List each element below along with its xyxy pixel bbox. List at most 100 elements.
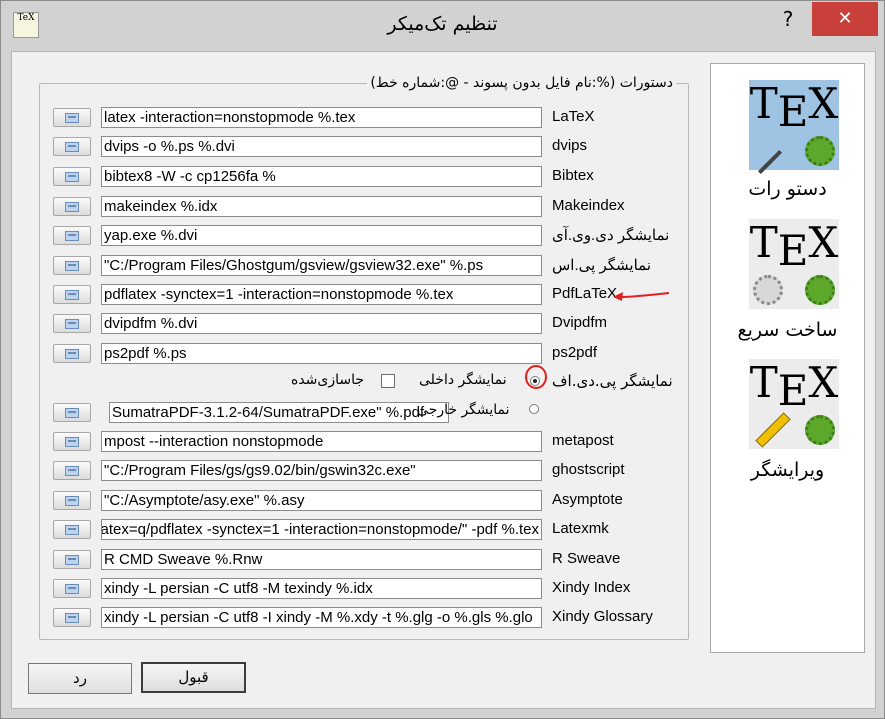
command-label: Latexmk — [552, 520, 609, 537]
printer-icon — [65, 349, 79, 359]
command-field[interactable]: "C:/Program Files/gs/gs9.02/bin/gswin32c… — [101, 460, 542, 481]
command-field[interactable]: xindy -L persian -C utf8 -M texindy %.id… — [101, 578, 542, 599]
window-title: تنظیم تک‌میکر — [387, 13, 498, 35]
dialog-window: TeX تنظیم تک‌میکر ? ✕ TEX دستو رات TEX س… — [0, 0, 885, 719]
embed-label[interactable]: جاسازی‌شده — [291, 372, 364, 388]
sidebar: TEX دستو رات TEX ساخت سریع TEX ویرایشگر — [710, 63, 865, 653]
command-field[interactable]: "C:/Program Files/Ghostgum/gsview/gsview… — [101, 255, 542, 276]
command-row-dvips: dvips -o %.ps %.dvi dvips — [53, 136, 673, 158]
printer-icon — [65, 319, 79, 329]
command-label: Xindy Index — [552, 579, 631, 596]
command-row-latexmk: latexmk -e "$pdflatex=q/pdflatex -syncte… — [53, 519, 673, 541]
gear-icon — [805, 415, 835, 445]
external-viewer-radio[interactable] — [529, 404, 539, 414]
command-row-ps2pdf: ps2pdf %.ps ps2pdf — [53, 343, 673, 365]
command-field[interactable]: dvips -o %.ps %.dvi — [101, 136, 542, 157]
external-viewer-field[interactable]: SumatraPDF-3.1.2-64/SumatraPDF.exe" %.pd… — [109, 402, 449, 423]
browse-button[interactable] — [53, 608, 91, 627]
sidebar-item-label: ساخت سریع — [737, 319, 838, 341]
gear-icon — [753, 275, 783, 305]
command-row-pdflatex: pdflatex -synctex=1 -interaction=nonstop… — [53, 284, 673, 306]
wrench-icon — [757, 149, 783, 175]
printer-icon — [65, 466, 79, 476]
printer-icon — [65, 202, 79, 212]
pdf-viewer-label: نمایشگر پی.دی.اف — [552, 372, 673, 390]
browse-button[interactable] — [53, 137, 91, 156]
command-row-makeindex: makeindex %.idx Makeindex — [53, 196, 673, 218]
command-field[interactable]: dvipdfm %.dvi — [101, 313, 542, 334]
pencil-icon — [755, 412, 791, 448]
command-label: metapost — [552, 432, 614, 449]
tex-logo: TEX — [749, 218, 839, 275]
annotation-circle — [525, 365, 547, 389]
gear-icon — [805, 136, 835, 166]
browse-button[interactable] — [53, 461, 91, 480]
command-field[interactable]: ps2pdf %.ps — [101, 343, 542, 364]
command-field[interactable]: "C:/Asymptote/asy.exe" %.asy — [101, 490, 542, 511]
browse-button[interactable] — [53, 285, 91, 304]
command-row-xindy-glossary: xindy -L persian -C utf8 -I xindy -M %.x… — [53, 607, 673, 629]
browse-button[interactable] — [53, 432, 91, 451]
external-viewer-label[interactable]: نمایشگر خارجی — [417, 402, 510, 418]
browse-button[interactable] — [53, 520, 91, 539]
browse-button[interactable] — [53, 256, 91, 275]
browse-button[interactable] — [53, 403, 91, 422]
embed-checkbox[interactable] — [381, 374, 395, 388]
command-row-bibtex: bibtex8 -W -c cp1256fa % Bibtex — [53, 166, 673, 188]
help-button[interactable]: ? — [778, 7, 798, 31]
browse-button[interactable] — [53, 550, 91, 569]
command-field[interactable]: bibtex8 -W -c cp1256fa % — [101, 166, 542, 187]
command-field[interactable]: makeindex %.idx — [101, 196, 542, 217]
browse-button[interactable] — [53, 344, 91, 363]
command-label: LaTeX — [552, 108, 595, 125]
sidebar-item-label: دستو رات — [748, 178, 827, 200]
cancel-button[interactable]: رد — [28, 663, 132, 694]
command-field[interactable]: yap.exe %.dvi — [101, 225, 542, 246]
command-field[interactable]: latex -interaction=nonstopmode %.tex — [101, 107, 542, 128]
tex-logo: TEX — [749, 79, 839, 136]
command-label: نمایشگر پی.اس — [552, 257, 652, 274]
command-row-ps-viewer: "C:/Program Files/Ghostgum/gsview/gsview… — [53, 255, 673, 277]
close-button[interactable]: ✕ — [812, 2, 878, 36]
printer-icon — [65, 408, 79, 418]
group-legend: دستورات (%:نام فایل بدون پسوند - @:شماره… — [367, 75, 676, 91]
command-label: Asymptote — [552, 491, 623, 508]
command-field[interactable]: mpost --interaction nonstopmode — [101, 431, 542, 452]
printer-icon — [65, 290, 79, 300]
command-label: R Sweave — [552, 550, 621, 567]
ok-button[interactable]: قبول — [141, 662, 246, 693]
browse-button[interactable] — [53, 197, 91, 216]
command-label: dvips — [552, 137, 588, 154]
command-row-dvi-viewer: yap.exe %.dvi نمایشگر دی.وی.آی — [53, 225, 673, 247]
command-row-xindy-index: xindy -L persian -C utf8 -M texindy %.id… — [53, 578, 673, 600]
browse-button[interactable] — [53, 167, 91, 186]
command-label: Bibtex — [552, 167, 594, 184]
printer-icon — [65, 142, 79, 152]
command-field[interactable]: xindy -L persian -C utf8 -I xindy -M %.x… — [101, 607, 542, 628]
sidebar-item-quick-build[interactable]: TEX — [749, 219, 839, 309]
printer-icon — [65, 231, 79, 241]
command-label: ps2pdf — [552, 344, 598, 361]
sidebar-item-commands[interactable]: TEX — [749, 79, 839, 175]
printer-icon — [65, 555, 79, 565]
printer-icon — [65, 525, 79, 535]
internal-viewer-label[interactable]: نمایشگر داخلی — [419, 372, 507, 388]
command-label: Dvipdfm — [552, 314, 608, 331]
command-row-dvipdfm: dvipdfm %.dvi Dvipdfm — [53, 313, 673, 335]
printer-icon — [65, 437, 79, 447]
command-field[interactable]: pdflatex -synctex=1 -interaction=nonstop… — [101, 284, 542, 305]
browse-button[interactable] — [53, 226, 91, 245]
printer-icon — [65, 172, 79, 182]
command-label: Makeindex — [552, 197, 625, 214]
browse-button[interactable] — [53, 108, 91, 127]
annotation-arrow — [613, 292, 670, 301]
browse-button[interactable] — [53, 491, 91, 510]
command-field[interactable]: R CMD Sweave %.Rnw — [101, 549, 542, 570]
browse-button[interactable] — [53, 314, 91, 333]
printer-icon — [65, 613, 79, 623]
command-field[interactable]: latexmk -e "$pdflatex=q/pdflatex -syncte… — [101, 519, 542, 540]
browse-button[interactable] — [53, 579, 91, 598]
command-row-ghostscript: "C:/Program Files/gs/gs9.02/bin/gswin32c… — [53, 460, 673, 482]
command-label: ghostscript — [552, 461, 625, 478]
printer-icon — [65, 584, 79, 594]
